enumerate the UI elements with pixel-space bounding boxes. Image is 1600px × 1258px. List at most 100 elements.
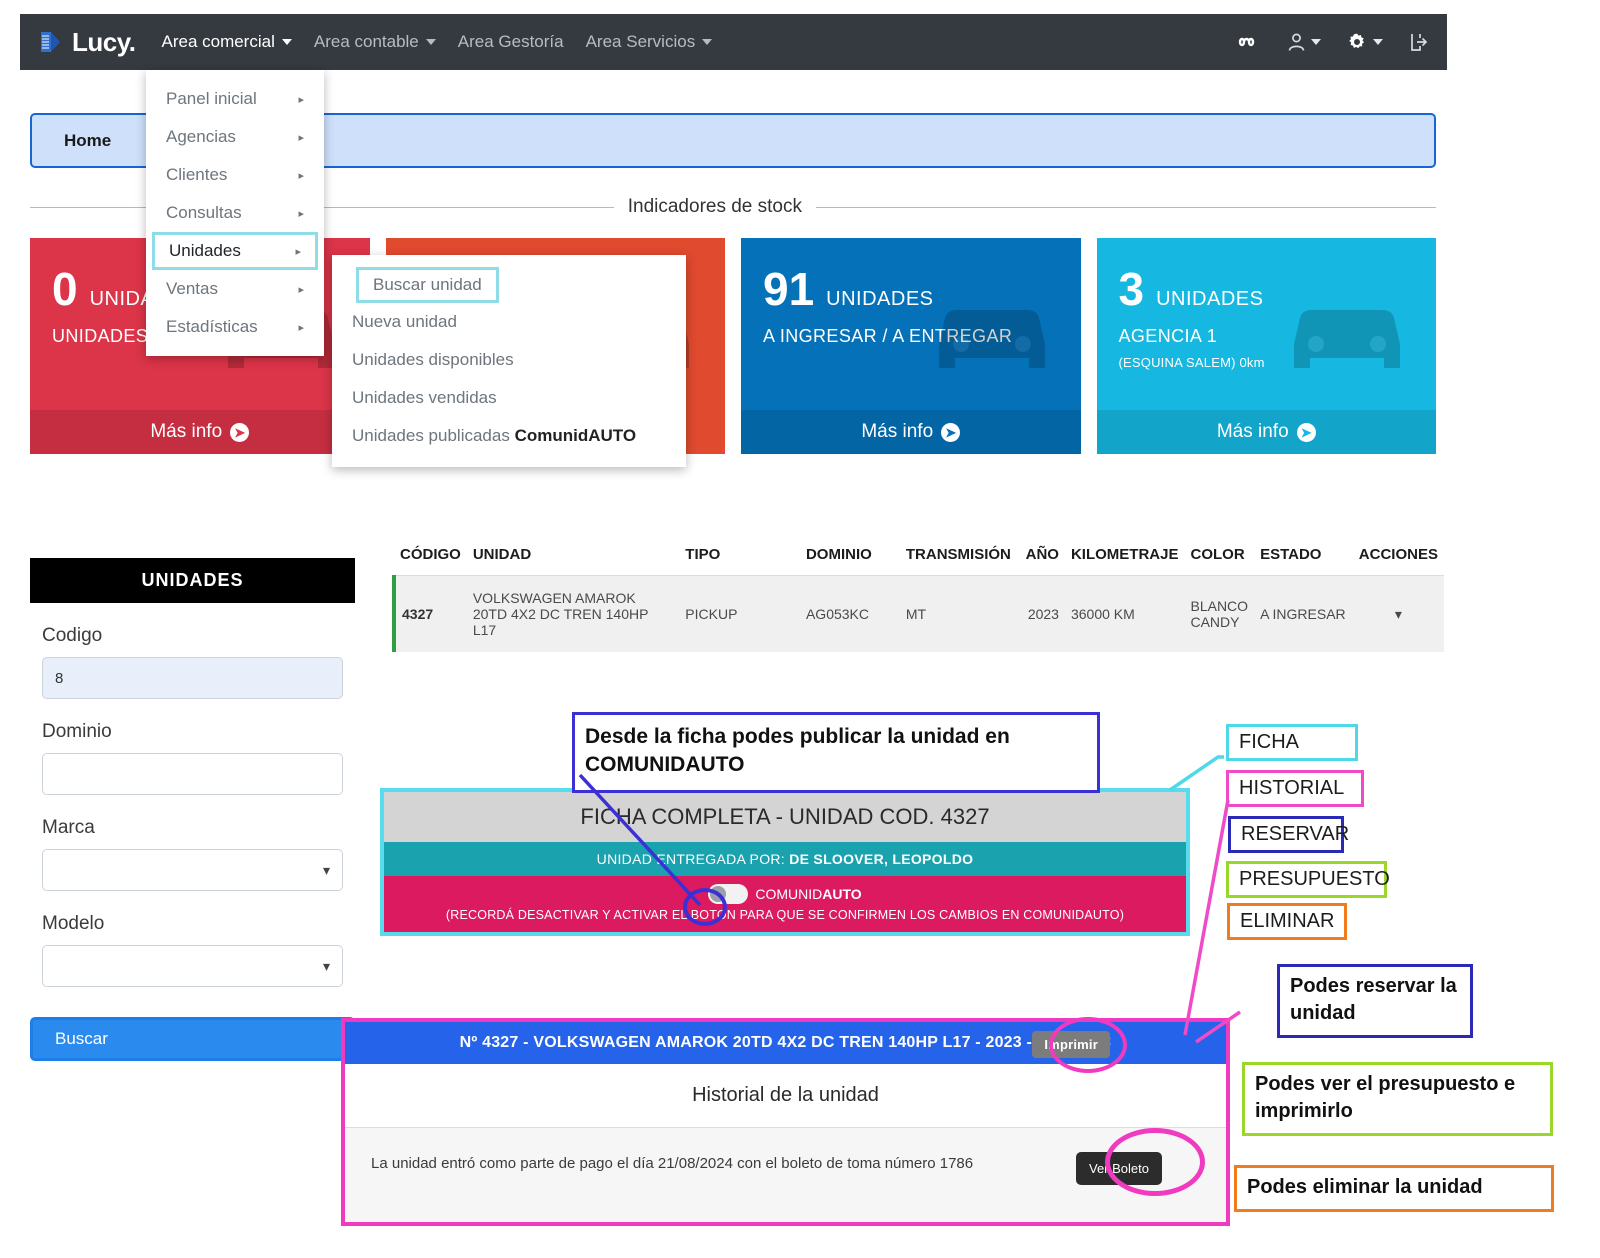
arrow-right-icon: ➤ — [1296, 422, 1316, 442]
menu-item-panel-inicial[interactable]: Panel inicial ▸ — [146, 80, 324, 118]
menu-item-label: Clientes — [166, 165, 228, 184]
card-number: 91 — [763, 263, 815, 315]
submenu-item-label: Unidades disponibles — [352, 350, 514, 369]
menu-item-label: Ventas — [166, 279, 218, 298]
historial-header-text: Nº 4327 - VOLKSWAGEN AMAROK 20TD 4X2 DC … — [459, 1034, 1112, 1051]
comunidauto-label: COMUNIDAUTO — [755, 886, 862, 902]
ficha-warning-text: (RECORDÁ DESACTIVAR Y ACTIVAR EL BOTON P… — [445, 908, 1125, 922]
arrow-right-icon: ➤ — [941, 422, 961, 442]
menu-item-label: Estadísticas — [166, 317, 258, 336]
marca-label: Marca — [42, 817, 95, 838]
user-menu[interactable] — [1288, 33, 1321, 52]
menu-item-agencias[interactable]: Agencias ▸ — [146, 118, 324, 156]
modelo-label: Modelo — [42, 913, 105, 934]
th-unidad: UNIDAD — [466, 538, 680, 576]
annotation-label-historial: HISTORIAL — [1226, 770, 1364, 807]
card-more-label: Más info — [861, 421, 934, 442]
cell-estado: A INGRESAR — [1254, 575, 1353, 652]
menu-item-unidades[interactable]: Unidades ▸ — [152, 232, 318, 270]
cell-tipo: PICKUP — [679, 575, 800, 652]
cell-anio: 2023 — [1019, 575, 1065, 652]
ficha-entregada-por: UNIDAD ENTREGADA POR: DE SLOOVER, LEOPOL… — [384, 842, 1186, 876]
nav-area-comercial[interactable]: Area comercial — [161, 32, 292, 52]
logout-icon[interactable] — [1409, 32, 1429, 52]
codigo-label: Codigo — [42, 625, 103, 646]
menu-item-consultas[interactable]: Consultas ▸ — [146, 194, 324, 232]
nav-area-gestoria[interactable]: Area Gestoría — [458, 32, 564, 52]
ficha-comunidauto-banner: COMUNIDAUTO (RECORDÁ DESACTIVAR Y ACTIVA… — [384, 876, 1186, 932]
chevron-right-icon: ▸ — [298, 169, 304, 182]
brand-logo[interactable]: Lucy. — [38, 26, 136, 58]
submenu-item-buscar-unidad[interactable]: Buscar unidad — [356, 267, 499, 303]
annotation-note-eliminar: Podes eliminar la unidad — [1234, 1165, 1554, 1212]
card-more-label: Más info — [1216, 421, 1289, 442]
chevron-down-icon — [281, 39, 292, 45]
units-table: CÓDIGO UNIDAD TIPO DOMINIO TRANSMISIÓN A… — [392, 538, 1444, 652]
annotation-label-ficha: FICHA — [1226, 724, 1358, 761]
cell-acciones-menu[interactable]: ▾ — [1352, 575, 1444, 652]
codigo-value: 8 — [55, 669, 64, 687]
codigo-input[interactable]: 8 — [42, 657, 343, 699]
dominio-label: Dominio — [42, 721, 112, 742]
cell-dominio: AG053KC — [799, 575, 900, 652]
chevron-right-icon: ▸ — [298, 321, 304, 334]
chevron-down-icon — [1311, 39, 1321, 45]
search-panel-title: UNIDADES — [30, 558, 355, 603]
nav-area-contable[interactable]: Area contable — [314, 32, 436, 52]
chevron-right-icon: ▸ — [298, 93, 304, 106]
th-dominio: DOMINIO — [799, 538, 900, 576]
card-unit-label: UNIDADES — [1156, 288, 1264, 310]
arrow-right-icon: ➤ — [230, 422, 250, 442]
car-icon — [917, 288, 1067, 389]
card-more-info[interactable]: Más info ➤ — [1096, 410, 1436, 454]
th-estado: ESTADO — [1254, 538, 1353, 576]
annotation-note-presupuesto: Podes ver el presupuesto e imprimirlo — [1242, 1062, 1553, 1136]
table-row[interactable]: 4327 VOLKSWAGEN AMAROK 20TD 4X2 DC TREN … — [392, 575, 1444, 652]
card-number: 0 — [52, 263, 78, 315]
menu-item-label: Panel inicial — [166, 89, 257, 108]
chevron-right-icon: ▸ — [298, 207, 304, 220]
card-number: 3 — [1118, 263, 1145, 315]
submenu-unidades: Buscar unidad Nueva unidad Unidades disp… — [332, 255, 686, 467]
car-icon — [1272, 288, 1422, 389]
ficha-entregada-value: DE SLOOVER, LEOPOLDO — [789, 851, 974, 867]
ficha-entregada-label: UNIDAD ENTREGADA POR: — [596, 851, 790, 867]
th-acciones: ACCIONES — [1352, 538, 1444, 576]
cell-unidad: VOLKSWAGEN AMAROK 20TD 4X2 DC TREN 140HP… — [466, 575, 680, 652]
section-title: Indicadores de stock — [627, 196, 802, 217]
submenu-item-unidades-disponibles[interactable]: Unidades disponibles — [332, 341, 686, 379]
modelo-select[interactable]: ▾ — [42, 945, 343, 987]
card-more-info[interactable]: Más info ➤ — [30, 410, 370, 454]
card-more-info[interactable]: Más info ➤ — [741, 410, 1081, 454]
menu-item-ventas[interactable]: Ventas ▸ — [146, 270, 324, 308]
breadcrumb-home[interactable]: Home — [32, 131, 143, 151]
submenu-item-label: Unidades publicadas ComunidAUTO — [352, 426, 637, 445]
submenu-item-unidades-publicadas[interactable]: Unidades publicadas ComunidAUTO — [332, 417, 686, 455]
dominio-input[interactable] — [42, 753, 343, 795]
menu-area-comercial: Panel inicial ▸ Agencias ▸ Clientes ▸ Co… — [146, 70, 324, 356]
settings-menu[interactable] — [1347, 32, 1383, 52]
nav-area-servicios[interactable]: Area Servicios — [586, 32, 713, 52]
lucy-logo-icon — [38, 29, 64, 55]
marca-select[interactable]: ▾ — [42, 849, 343, 891]
cell-kilometraje: 36000 KM — [1064, 575, 1185, 652]
card-a-ingresar-a-entregar[interactable]: 91 UNIDADES A INGRESAR / A ENTREGAR Más … — [741, 238, 1081, 454]
chevron-down-icon — [425, 39, 436, 45]
buscar-button[interactable]: Buscar — [30, 1017, 355, 1061]
menu-item-label: Unidades — [169, 241, 241, 260]
cell-codigo: 4327 — [392, 575, 467, 652]
brand-name: Lucy. — [72, 26, 136, 57]
infinity-icon[interactable] — [1236, 33, 1262, 51]
nav-area-contable-label: Area contable — [313, 32, 419, 51]
historial-subtitle: Historial de la unidad — [345, 1064, 1226, 1128]
menu-item-clientes[interactable]: Clientes ▸ — [146, 156, 324, 194]
historial-body: La unidad entró como parte de pago el dí… — [345, 1128, 1226, 1222]
submenu-item-label: Nueva unidad — [352, 312, 457, 331]
top-navbar: Lucy. Area comercial Area contable Area … — [20, 14, 1447, 70]
submenu-item-unidades-vendidas[interactable]: Unidades vendidas — [332, 379, 686, 417]
menu-item-estadisticas[interactable]: Estadísticas ▸ — [146, 308, 324, 346]
submenu-item-nueva-unidad[interactable]: Nueva unidad — [332, 303, 686, 341]
card-agencia-1[interactable]: 3 UNIDADES AGENCIA 1 (ESQUINA SALEM) 0km… — [1096, 238, 1436, 454]
ficha-title: FICHA COMPLETA - UNIDAD COD. 4327 — [384, 792, 1186, 842]
th-transmision: TRANSMISIÓN — [899, 538, 1020, 576]
